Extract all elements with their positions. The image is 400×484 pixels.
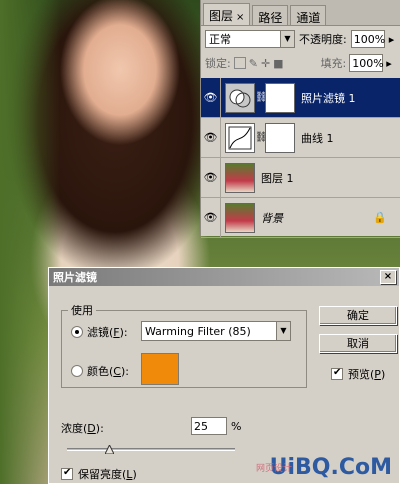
brush-icon[interactable]: ✎ (249, 57, 258, 70)
filter-label: 滤镜(F): (87, 324, 128, 340)
tab-channels-label: 通道 (296, 11, 321, 25)
tab-layers-label: 图层 (209, 9, 234, 23)
watermark-small: 网页设计 (255, 464, 292, 474)
preserve-label-suffix: ) (132, 468, 137, 481)
watermark: 网页设计 UiBQ.CoM (256, 455, 392, 480)
move-icon[interactable]: ✛ (261, 57, 270, 70)
eye-icon[interactable]: 👁 (201, 197, 221, 238)
lock-icon: 🔒 (373, 211, 387, 224)
link-icon[interactable]: ⛓ (255, 132, 268, 143)
dialog-title-bar[interactable]: 照片滤镜 × (49, 268, 399, 286)
photo-thumbnail (225, 162, 255, 193)
blend-mode-select[interactable]: 正常 ▼ (205, 30, 295, 48)
layer-row-background[interactable]: 👁 背景 🔒 (201, 197, 400, 238)
dialog-title: 照片滤镜 (53, 271, 97, 284)
preview-checkbox[interactable] (331, 367, 343, 380)
eye-icon[interactable]: 👁 (201, 117, 221, 158)
color-label: 颜色(C): (87, 363, 129, 379)
lock-transparent-icon[interactable] (233, 57, 246, 69)
density-value: 25 (194, 419, 208, 433)
density-slider-track[interactable] (67, 443, 235, 455)
link-icon[interactable]: ⛓ (255, 92, 268, 103)
layers-panel: 图层 × 路径 通道 正常 ▼ 不透明度: 100% ▸ 锁定: ✎ ✛ ■ 填充… (200, 0, 400, 238)
color-label-suffix: ): (120, 365, 129, 378)
color-swatch[interactable] (141, 353, 179, 385)
lock-row: 锁定: ✎ ✛ ■ 填充: 100% ▸ (201, 52, 400, 74)
fill-label: 填充: (320, 57, 347, 70)
layer-row-layer1[interactable]: 👁 图层 1 (201, 157, 400, 198)
density-field[interactable]: 25 (191, 417, 227, 435)
density-label-suffix: ): (95, 422, 104, 435)
filter-select[interactable]: Warming Filter (85) ▼ (141, 321, 291, 341)
layer-name: 图层 1 (261, 171, 294, 185)
opacity-field[interactable]: 100% (350, 30, 386, 48)
filter-radio[interactable] (71, 326, 83, 338)
layer-name: 曲线 1 (301, 131, 334, 145)
color-hotkey: C (113, 365, 121, 378)
tab-layers[interactable]: 图层 × (203, 3, 251, 25)
tab-paths[interactable]: 路径 (252, 5, 289, 25)
opacity-label: 不透明度: (299, 33, 347, 46)
panel-tabs: 图层 × 路径 通道 (201, 0, 400, 26)
filter-label-text: 滤镜( (87, 326, 114, 339)
density-label: 浓度(D): (61, 420, 104, 436)
layer-mask-thumbnail[interactable] (265, 122, 295, 153)
layer-name: 照片滤镜 1 (301, 91, 356, 105)
layer-mask-thumbnail[interactable] (265, 82, 295, 113)
layer-row-curves[interactable]: 👁 ⛓ 曲线 1 (201, 117, 400, 158)
density-hotkey: D (87, 422, 96, 435)
chevron-right-icon[interactable]: ▸ (386, 57, 392, 70)
eye-icon[interactable]: 👁 (201, 77, 221, 118)
preserve-luminosity-option[interactable]: 保留亮度(L) (61, 466, 137, 482)
preserve-luminosity-label: 保留亮度(L) (78, 466, 137, 482)
filter-option[interactable]: 滤镜(F): (71, 324, 128, 340)
preserve-label-text: 保留亮度( (78, 468, 127, 481)
tab-channels[interactable]: 通道 (290, 5, 327, 25)
chevron-down-icon: ▼ (276, 322, 290, 340)
preview-label-text: 预览( (348, 368, 375, 381)
color-radio[interactable] (71, 365, 83, 377)
preview-label: 预览(P) (348, 366, 385, 382)
density-slider-thumb[interactable] (103, 443, 115, 455)
preview-option[interactable]: 预览(P) (331, 366, 385, 382)
photo-filter-adjustment-icon (225, 82, 255, 113)
preserve-luminosity-checkbox[interactable] (61, 467, 73, 480)
filter-label-suffix: ): (119, 326, 128, 339)
layer-row-photo-filter[interactable]: 👁 ⛓ 照片滤镜 1 (201, 77, 400, 118)
lock-label: 锁定: (205, 57, 231, 70)
chevron-down-icon: ▼ (280, 31, 294, 47)
filter-value: Warming Filter (85) (145, 324, 251, 338)
opacity-value: 100% (353, 32, 386, 46)
ok-button[interactable]: 确定 (319, 306, 397, 325)
density-unit: % (231, 420, 242, 433)
fill-value: 100% (352, 56, 384, 70)
tab-close-icon[interactable]: × (236, 12, 244, 23)
color-option[interactable]: 颜色(C): (71, 363, 129, 379)
use-group-label: 使用 (71, 304, 93, 317)
blend-mode-value: 正常 (209, 33, 231, 46)
fill-field[interactable]: 100% (349, 54, 384, 72)
color-label-text: 颜色( (87, 365, 114, 378)
density-label-text: 浓度( (61, 422, 88, 435)
curves-adjustment-icon (225, 122, 255, 153)
preview-hotkey: P (374, 368, 381, 381)
cancel-button[interactable]: 取消 (319, 334, 397, 353)
eye-icon[interactable]: 👁 (201, 157, 221, 198)
chevron-right-icon[interactable]: ▸ (389, 33, 395, 46)
blend-row: 正常 ▼ 不透明度: 100% ▸ (201, 26, 400, 52)
close-icon[interactable]: × (380, 270, 396, 284)
layer-name: 背景 (261, 211, 283, 225)
photo-thumbnail (225, 202, 255, 233)
tab-paths-label: 路径 (258, 11, 283, 25)
lock-all-icon[interactable]: ■ (273, 57, 283, 70)
photo-filter-dialog: 照片滤镜 × 使用 滤镜(F): Warming Filter (85) ▼ 颜… (48, 267, 400, 484)
preview-label-suffix: ) (380, 368, 386, 381)
